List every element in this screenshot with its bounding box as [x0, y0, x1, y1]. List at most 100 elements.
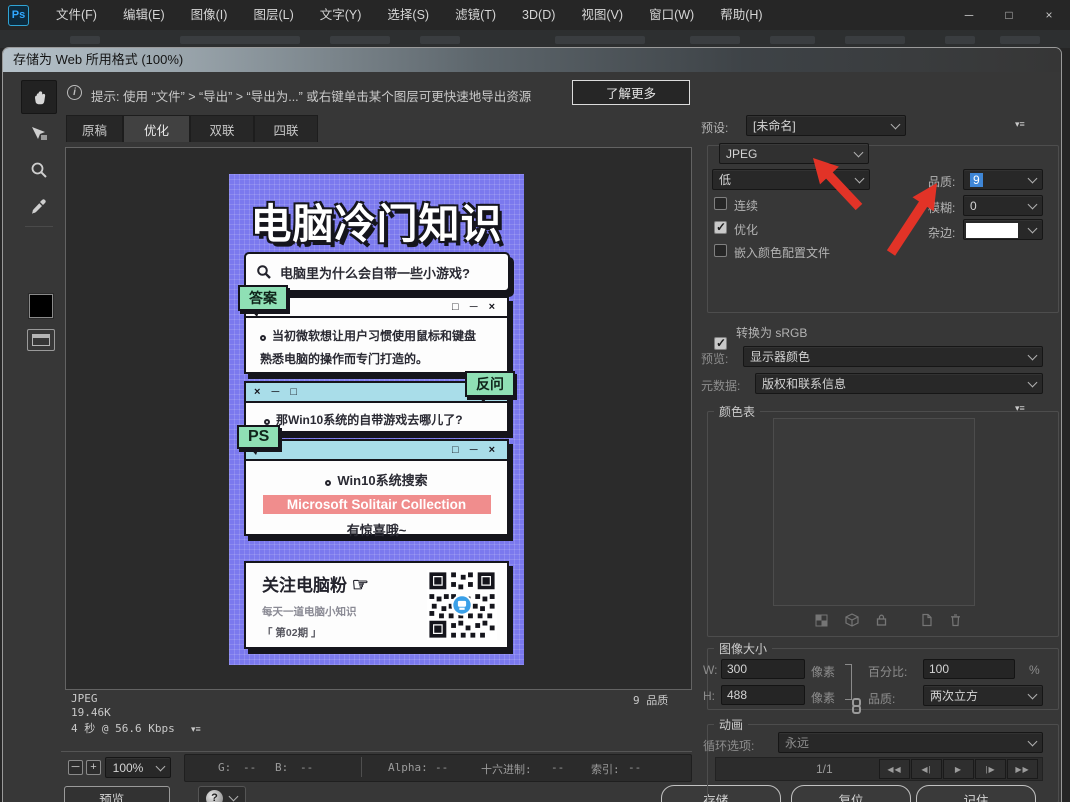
menu-filter[interactable]: 滤镜(T) — [442, 0, 509, 30]
tab-original[interactable]: 原稿 — [66, 115, 123, 142]
preset-dropdown[interactable]: [未命名] — [746, 115, 906, 136]
blur-spinner[interactable]: 0 — [963, 195, 1043, 216]
progressive-checkbox[interactable] — [714, 197, 727, 210]
eyedropper-tool[interactable] — [21, 189, 57, 223]
menu-edit[interactable]: 编辑(E) — [110, 0, 178, 30]
resample-quality-dropdown[interactable]: 两次立方 — [923, 685, 1043, 706]
zoom-out-button[interactable]: ─ — [68, 760, 83, 775]
eyedropper-color-swatch[interactable] — [29, 294, 53, 318]
menu-file[interactable]: 文件(F) — [43, 0, 110, 30]
chain-link-icon — [852, 698, 861, 707]
embed-profile-checkbox[interactable] — [714, 244, 727, 257]
srgb-checkbox[interactable] — [714, 337, 727, 350]
chevron-down-icon — [1022, 196, 1042, 215]
matte-dropdown[interactable] — [963, 219, 1043, 240]
zoom-tool[interactable] — [21, 153, 57, 187]
tab-optimized[interactable]: 优化 — [123, 115, 190, 142]
preview-in-browser-button[interactable]: 预览... — [64, 786, 170, 802]
color-table-swatches[interactable] — [773, 418, 975, 606]
delete-color-icon[interactable] — [949, 613, 962, 632]
lock-color-icon[interactable] — [875, 613, 888, 632]
g-label: G: — [218, 761, 231, 774]
ps-line2: 有惊喜哦~ — [246, 520, 507, 539]
b-label: B: — [275, 761, 288, 774]
menu-view[interactable]: 视图(V) — [568, 0, 636, 30]
window-controls-icon: □ ─ × — [452, 444, 499, 456]
preview-dropdown[interactable]: 显示器颜色 — [743, 346, 1043, 367]
preview-status-menu-icon[interactable]: ▾≡ — [191, 724, 201, 735]
width-label: W: — [703, 663, 717, 677]
matte-label: 杂边: — [928, 224, 955, 241]
quality-value: 9 — [964, 170, 1022, 189]
learn-more-button[interactable]: 了解更多 — [572, 80, 690, 105]
tab-four-up[interactable]: 四联 — [254, 115, 318, 142]
g-value: -- — [243, 761, 256, 774]
info-icon: i — [67, 85, 82, 100]
previous-frame-button[interactable]: ◀| — [911, 759, 942, 779]
color-table-menu-icon[interactable]: ▾≡ — [1015, 403, 1025, 414]
chevron-down-icon — [885, 116, 905, 135]
height-input[interactable]: 488 — [721, 685, 805, 705]
compression-dropdown[interactable]: 低 — [712, 169, 870, 190]
slice-select-tool[interactable] — [21, 117, 57, 151]
percent-input[interactable]: 100 — [923, 659, 1015, 679]
tab-two-up[interactable]: 双联 — [190, 115, 254, 142]
menu-layer[interactable]: 图层(L) — [240, 0, 306, 30]
optimized-preview-area[interactable]: 电脑冷门知识 电脑里为什么会自带一些小游戏? □ ─ × 答案 当初微软想让用户… — [65, 147, 692, 690]
format-value: JPEG — [720, 144, 848, 163]
ps-card-titlebar: □ ─ × — [246, 441, 507, 461]
menu-type[interactable]: 文字(Y) — [307, 0, 375, 30]
format-dropdown[interactable]: JPEG — [719, 143, 869, 164]
preset-label: 预设: — [701, 119, 728, 136]
zoom-level-dropdown[interactable]: 100% — [105, 757, 171, 778]
preview-value: 显示器颜色 — [744, 347, 1022, 366]
readout-divider — [361, 757, 362, 777]
image-size-title: 图像大小 — [714, 640, 772, 657]
status-download-time: 4 秒 @ 56.6 Kbps — [71, 720, 175, 736]
last-frame-button[interactable]: ▶▶ — [1007, 759, 1038, 779]
play-button[interactable]: ▶ — [943, 759, 974, 779]
loop-options-value: 永远 — [779, 733, 1022, 752]
question-line1: 那Win10系统的自带游戏去哪儿了? — [276, 413, 463, 427]
maximize-button[interactable]: □ — [996, 8, 1022, 22]
web-shift-cube-icon[interactable] — [845, 613, 859, 632]
quality-spinner[interactable]: 9 — [963, 169, 1043, 190]
zoom-level-value: 100% — [106, 758, 150, 777]
first-frame-button[interactable]: ◀◀ — [879, 759, 910, 779]
toggle-slices-visibility[interactable] — [27, 329, 55, 351]
browser-globe-icon: ? — [206, 790, 223, 802]
hand-icon — [30, 88, 49, 107]
browser-select-button[interactable]: ? — [198, 786, 246, 802]
follow-line1: 每天一道电脑小知识 — [262, 604, 421, 619]
menu-window[interactable]: 窗口(W) — [636, 0, 707, 30]
animation-transport-bar: 1/1 ◀◀ ◀| ▶ |▶ ▶▶ — [715, 757, 1043, 781]
menu-3d[interactable]: 3D(D) — [509, 0, 568, 30]
answer-line1: 当初微软想让用户习惯使用鼠标和键盘 — [272, 329, 476, 343]
loop-options-dropdown[interactable]: 永远 — [778, 732, 1043, 753]
hand-tool[interactable] — [21, 80, 57, 114]
menu-select[interactable]: 选择(S) — [374, 0, 442, 30]
frame-counter: 1/1 — [816, 762, 833, 776]
photoshop-logo: Ps — [8, 5, 29, 26]
preview-label: 预览: — [701, 350, 728, 367]
status-quality: 9 品质 — [633, 692, 668, 708]
preset-value: [未命名] — [747, 116, 885, 135]
window-controls-icon: □ ─ × — [452, 301, 499, 313]
minimize-button[interactable]: ─ — [956, 8, 982, 22]
close-button[interactable]: × — [1036, 8, 1062, 22]
preset-panel-menu-icon[interactable]: ▾≡ — [1015, 119, 1025, 130]
width-input[interactable]: 300 — [721, 659, 805, 679]
chevron-down-icon — [1022, 374, 1042, 393]
follow-title: 关注电脑粉 ☞ — [262, 571, 421, 597]
zoom-in-button[interactable]: + — [86, 760, 101, 775]
menu-help[interactable]: 帮助(H) — [707, 0, 775, 30]
dither-icon[interactable] — [815, 614, 828, 632]
new-color-icon[interactable] — [920, 613, 933, 632]
next-frame-button[interactable]: |▶ — [975, 759, 1006, 779]
optimized-checkbox[interactable] — [714, 221, 727, 234]
blur-label: 模糊: — [928, 199, 955, 216]
menu-image[interactable]: 图像(I) — [178, 0, 241, 30]
metadata-value: 版权和联系信息 — [756, 374, 1022, 393]
index-value: -- — [628, 761, 641, 774]
metadata-dropdown[interactable]: 版权和联系信息 — [755, 373, 1043, 394]
